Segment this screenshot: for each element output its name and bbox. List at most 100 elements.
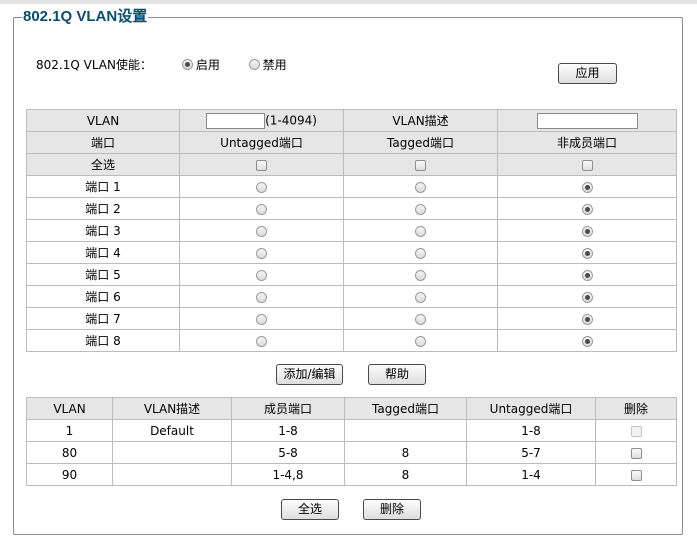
header-tagged: Tagged端口 <box>343 131 498 154</box>
list-cell-members: 5-8 <box>231 441 345 464</box>
port-row: 端口 2 <box>26 197 677 220</box>
port-untagged-radio[interactable] <box>256 269 267 281</box>
delete-button[interactable]: 删除 <box>363 499 421 520</box>
list-cell-desc: Default <box>112 419 232 442</box>
port-tagged-radio[interactable] <box>415 269 426 281</box>
select-all-nonmember-checkbox[interactable] <box>581 159 593 171</box>
list-cell-desc <box>112 441 232 464</box>
vlan-desc-label: VLAN描述 <box>343 109 498 132</box>
vlan-desc-input[interactable] <box>536 112 638 129</box>
list-cell-untagged: 1-4 <box>466 463 596 486</box>
list-header-row: VLAN VLAN描述 成员端口 Tagged端口 Untagged端口 删除 <box>26 397 677 420</box>
port-tagged-radio[interactable] <box>415 225 426 237</box>
vlan-id-row: VLAN (1-4094) VLAN描述 <box>26 109 677 132</box>
list-cell-tagged: 8 <box>344 463 467 486</box>
port-nonmember-radio[interactable] <box>581 225 593 237</box>
port-untagged-radio[interactable] <box>256 313 267 325</box>
list-header-members: 成员端口 <box>231 397 345 420</box>
port-name: 端口 4 <box>26 241 180 264</box>
vlan-list-table: VLAN VLAN描述 成员端口 Tagged端口 Untagged端口 删除 … <box>26 397 677 486</box>
port-name: 端口 6 <box>26 285 180 308</box>
list-cell-untagged: 5-7 <box>466 441 596 464</box>
help-button[interactable]: 帮助 <box>368 364 426 385</box>
disable-radio-label: 禁用 <box>262 57 287 72</box>
list-header-tagged: Tagged端口 <box>344 397 467 420</box>
list-cell-members: 1-8 <box>231 419 345 442</box>
vlan-id-cell: (1-4094) <box>179 109 344 132</box>
port-row: 端口 7 <box>26 307 677 330</box>
header-nonmember: 非成员端口 <box>497 131 677 154</box>
delete-checkbox[interactable] <box>630 469 642 481</box>
port-row: 端口 8 <box>26 329 677 352</box>
list-rows: 1 Default 1-8 1-8 80 5-8 8 5-7 90 1-4,8 8 1-4 <box>26 419 677 486</box>
port-tagged-radio[interactable] <box>415 181 426 193</box>
vlan-enable-label: 802.1Q VLAN使能： <box>36 57 152 72</box>
list-cell-vlan: 80 <box>26 441 113 464</box>
port-untagged-radio[interactable] <box>256 181 267 193</box>
vlan-range-hint: (1-4094) <box>265 113 317 127</box>
port-tagged-radio[interactable] <box>415 203 426 215</box>
port-tagged-radio[interactable] <box>415 313 426 325</box>
port-row: 端口 4 <box>26 241 677 264</box>
port-rows: 端口 1 端口 2 端口 3 端口 4 端口 5 端口 6 端口 7 端口 8 <box>26 175 677 352</box>
select-all-button[interactable]: 全选 <box>281 499 339 520</box>
port-name: 端口 7 <box>26 307 180 330</box>
vlan-desc-cell <box>497 109 677 132</box>
port-nonmember-radio[interactable] <box>581 181 593 193</box>
port-nonmember-radio[interactable] <box>581 269 593 281</box>
port-name: 端口 3 <box>26 219 180 242</box>
header-port: 端口 <box>26 131 180 154</box>
select-all-untagged-checkbox[interactable] <box>256 159 267 171</box>
apply-button[interactable]: 应用 <box>558 63 617 84</box>
enable-radio-label: 启用 <box>195 57 220 72</box>
port-nonmember-radio[interactable] <box>581 291 593 303</box>
port-nonmember-radio[interactable] <box>581 203 593 215</box>
vlan-enable-row: 802.1Q VLAN使能： 启用 禁用 <box>36 56 312 72</box>
port-name: 端口 8 <box>26 329 180 352</box>
select-all-label: 全选 <box>26 153 180 176</box>
select-all-row: 全选 <box>26 153 677 176</box>
port-untagged-radio[interactable] <box>256 225 267 237</box>
port-tagged-radio[interactable] <box>415 247 426 259</box>
add-edit-button[interactable]: 添加/编辑 <box>276 364 343 385</box>
port-row: 端口 5 <box>26 263 677 286</box>
config-header-row: 端口 Untagged端口 Tagged端口 非成员端口 <box>26 131 677 154</box>
port-row: 端口 3 <box>26 219 677 242</box>
vlan-list-row: 80 5-8 8 5-7 <box>26 441 677 464</box>
list-cell-desc <box>112 463 232 486</box>
port-untagged-radio[interactable] <box>256 291 267 303</box>
port-nonmember-radio[interactable] <box>581 313 593 325</box>
header-untagged: Untagged端口 <box>179 131 344 154</box>
port-row: 端口 1 <box>26 175 677 198</box>
vlan-list-row: 1 Default 1-8 1-8 <box>26 419 677 442</box>
list-header-untagged: Untagged端口 <box>466 397 596 420</box>
vlan-id-label: VLAN <box>26 109 180 132</box>
top-strip <box>0 0 697 4</box>
list-header-desc: VLAN描述 <box>112 397 232 420</box>
port-name: 端口 2 <box>26 197 180 220</box>
select-all-tagged-checkbox[interactable] <box>415 159 426 171</box>
port-untagged-radio[interactable] <box>256 203 267 215</box>
list-cell-members: 1-4,8 <box>231 463 345 486</box>
port-name: 端口 5 <box>26 263 180 286</box>
enable-radio[interactable] <box>181 59 193 70</box>
port-untagged-radio[interactable] <box>256 247 267 259</box>
vlan-id-input[interactable] <box>206 112 266 129</box>
disable-radio[interactable] <box>248 59 260 70</box>
list-cell-untagged: 1-8 <box>466 419 596 442</box>
port-nonmember-radio[interactable] <box>581 247 593 259</box>
port-nonmember-radio[interactable] <box>581 335 593 347</box>
list-header-delete: 删除 <box>595 397 677 420</box>
section-title: 802.1Q VLAN设置 <box>23 8 148 25</box>
port-row: 端口 6 <box>26 285 677 308</box>
port-name: 端口 1 <box>26 175 180 198</box>
delete-checkbox[interactable] <box>630 447 642 459</box>
vlan-config-table: VLAN (1-4094) VLAN描述 端口 Untagged端口 Tagge… <box>26 109 677 352</box>
delete-checkbox <box>630 425 642 437</box>
list-cell-tagged: 8 <box>344 441 467 464</box>
port-tagged-radio[interactable] <box>415 291 426 303</box>
list-header-vlan: VLAN <box>26 397 113 420</box>
port-tagged-radio[interactable] <box>415 335 426 347</box>
port-untagged-radio[interactable] <box>256 335 267 347</box>
vlan-list-row: 90 1-4,8 8 1-4 <box>26 463 677 486</box>
